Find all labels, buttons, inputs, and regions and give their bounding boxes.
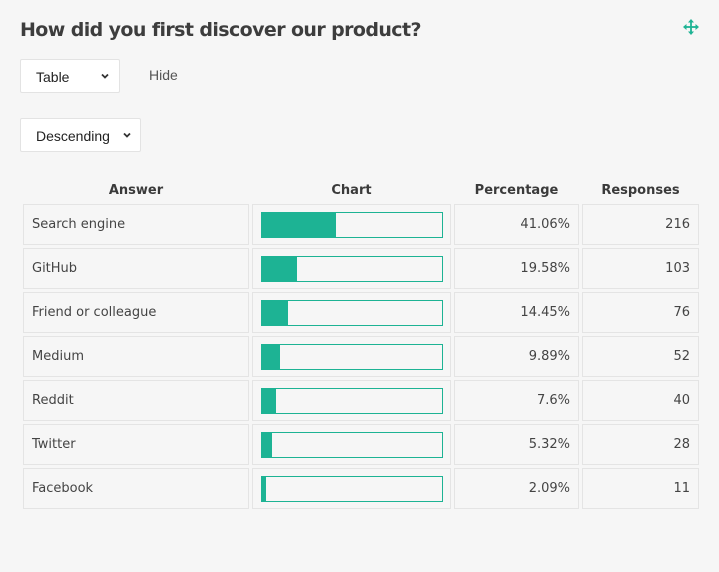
percentage-cell: 9.89%: [454, 336, 579, 377]
answer-cell: Search engine: [23, 204, 249, 245]
table-row: Medium 9.89% 52: [23, 336, 699, 377]
table-row: Search engine 41.06% 216: [23, 204, 699, 245]
answer-cell: Friend or colleague: [23, 292, 249, 333]
responses-cell: 52: [582, 336, 699, 377]
table-header-row: Answer Chart Percentage Responses: [23, 181, 699, 201]
percentage-bar-fill: [262, 476, 266, 501]
percentage-bar-fill: [262, 432, 272, 457]
column-header-answer: Answer: [108, 182, 164, 198]
answer-cell: Medium: [23, 336, 249, 377]
view-type-value: Table: [36, 69, 70, 85]
percentage-cell: 7.6%: [454, 380, 579, 421]
percentage-cell: 5.32%: [454, 424, 579, 465]
responses-cell: 103: [582, 248, 699, 289]
percentage-bar-track: [261, 475, 443, 502]
chart-cell: [252, 204, 451, 245]
answer-cell: Twitter: [23, 424, 249, 465]
percentage-bar-track: [261, 255, 443, 282]
question-title: How did you first discover our product?: [20, 19, 421, 41]
answer-cell: GitHub: [23, 248, 249, 289]
table-row: Twitter 5.32% 28: [23, 424, 699, 465]
chart-cell: [252, 336, 451, 377]
percentage-cell: 14.45%: [454, 292, 579, 333]
table-row: Reddit 7.6% 40: [23, 380, 699, 421]
chevron-down-icon: [101, 73, 109, 79]
answer-cell: Reddit: [23, 380, 249, 421]
percentage-bar-fill: [262, 388, 276, 413]
percentage-bar-fill: [262, 344, 280, 369]
chart-cell: [252, 248, 451, 289]
percentage-bar-fill: [262, 212, 336, 237]
results-table: Answer Chart Percentage Responses Search…: [20, 178, 702, 512]
percentage-bar-track: [261, 211, 443, 238]
percentage-cell: 19.58%: [454, 248, 579, 289]
responses-cell: 216: [582, 204, 699, 245]
column-header-responses: Responses: [601, 182, 680, 198]
responses-cell: 11: [582, 468, 699, 509]
percentage-bar-track: [261, 299, 443, 326]
percentage-bar-track: [261, 387, 443, 414]
responses-cell: 28: [582, 424, 699, 465]
chart-cell: [252, 468, 451, 509]
chevron-down-icon: [123, 132, 131, 138]
view-type-select[interactable]: Table: [20, 59, 120, 93]
move-arrows-icon[interactable]: [683, 19, 699, 35]
sort-order-select[interactable]: Descending: [20, 118, 141, 152]
responses-cell: 40: [582, 380, 699, 421]
column-header-percentage: Percentage: [474, 182, 559, 198]
chart-cell: [252, 380, 451, 421]
percentage-bar-fill: [262, 256, 298, 281]
chart-cell: [252, 292, 451, 333]
table-row: Friend or colleague 14.45% 76: [23, 292, 699, 333]
table-row: Facebook 2.09% 11: [23, 468, 699, 509]
percentage-bar-track: [261, 431, 443, 458]
table-row: GitHub 19.58% 103: [23, 248, 699, 289]
percentage-cell: 2.09%: [454, 468, 579, 509]
chart-cell: [252, 424, 451, 465]
hide-button[interactable]: Hide: [149, 67, 178, 83]
percentage-cell: 41.06%: [454, 204, 579, 245]
column-header-chart: Chart: [331, 182, 372, 198]
answer-cell: Facebook: [23, 468, 249, 509]
sort-order-value: Descending: [36, 128, 110, 144]
percentage-bar-track: [261, 343, 443, 370]
percentage-bar-fill: [262, 300, 288, 325]
responses-cell: 76: [582, 292, 699, 333]
